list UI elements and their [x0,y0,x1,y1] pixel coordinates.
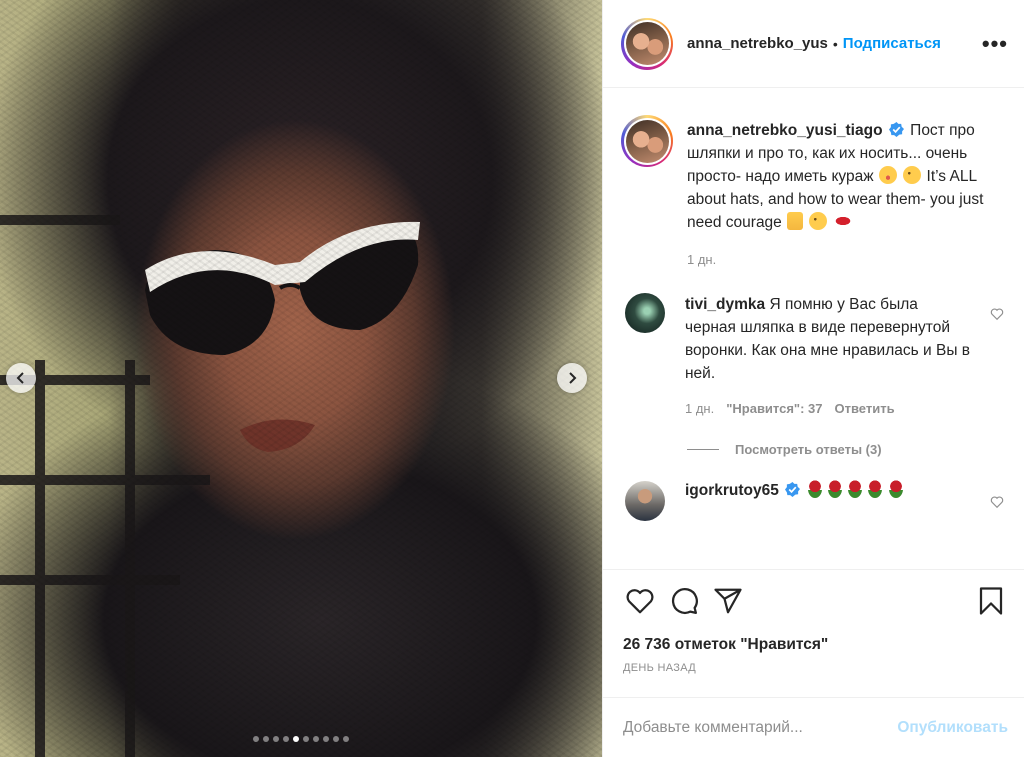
wink-emoji-icon [809,212,828,230]
comment-input[interactable] [623,718,898,737]
avatar-image [625,119,669,163]
caption-entry: anna_netrebko_yusi_tiago Пост про шляпки… [621,115,1006,271]
post-actions-section: 26 736 отметок "Нравится" День назад [603,569,1024,674]
rose-emoji-icon [868,480,883,498]
like-comment-heart-icon[interactable] [990,307,1004,321]
more-icon[interactable]: ••• [982,32,1008,55]
bookmark-icon [979,587,1003,615]
chevron-right-icon [569,372,577,384]
carousel-dot [323,736,329,742]
comment-time[interactable]: 1 дн. [685,397,714,420]
carousel-dot [263,736,269,742]
post-side-panel: anna_netrebko_yus • Подписаться ••• anna… [602,0,1024,757]
commenter-avatar[interactable] [625,481,665,521]
carousel-dot [283,736,289,742]
reply-button[interactable]: Ответить [835,397,895,420]
heart-icon [626,589,654,614]
carousel-dot [333,736,339,742]
rose-emoji-icon [827,480,842,498]
carousel-dot [273,736,279,742]
view-replies-label: Посмотреть ответы (3) [735,442,882,457]
comments-list[interactable]: anna_netrebko_yusi_tiago Пост про шляпки… [603,89,1024,569]
publish-button[interactable]: Опубликовать [897,719,1008,737]
verified-badge-icon [888,122,904,137]
post-header: anna_netrebko_yus • Подписаться ••• [603,0,1024,88]
carousel-indicator [0,736,602,742]
comment-item: tivi_dymka Я помню у Вас была черная шля… [621,293,1006,420]
replies-divider [687,449,719,450]
post-photo[interactable] [0,0,602,757]
caption-avatar[interactable] [621,115,673,167]
comment-item: igorkrutoy65 [621,480,1006,521]
header-separator: • [832,35,838,52]
commenter-username[interactable]: tivi_dymka [685,296,765,313]
share-button[interactable] [711,584,745,618]
commenter-username[interactable]: igorkrutoy65 [685,482,779,499]
rose-emoji-icon [848,480,863,498]
rose-emoji-icon [888,480,903,498]
carousel-dot [293,736,299,742]
comment-icon [672,588,698,614]
caption-username[interactable]: anna_netrebko_yusi_tiago [687,122,883,139]
likes-count[interactable]: 26 736 отметок "Нравится" [603,632,1024,658]
texture-overlay [0,0,602,757]
carousel-dot [303,736,309,742]
comment-button[interactable] [667,584,701,618]
avatar-image [625,22,669,65]
commenter-avatar[interactable] [625,293,665,333]
save-button[interactable] [974,584,1008,618]
post-date[interactable]: День назад [603,658,1024,674]
chevron-left-icon [16,372,24,384]
follow-button[interactable]: Подписаться [843,35,941,52]
next-photo-button[interactable] [557,363,587,393]
comment-likes-count[interactable]: "Нравится": 37 [726,397,822,420]
action-bar [603,570,1024,632]
view-replies-button[interactable]: Посмотреть ответы (3) [687,442,1006,457]
add-comment-form: Опубликовать [603,697,1024,757]
thumbs-up-emoji-icon [787,212,804,230]
share-icon [714,588,742,614]
author-avatar[interactable] [621,17,673,70]
carousel-dot [313,736,319,742]
rose-emoji-icon [807,480,822,498]
wink-emoji-icon [903,166,922,184]
author-username[interactable]: anna_netrebko_yus [687,35,828,52]
caption-time[interactable]: 1 дн. [687,248,716,271]
kiss-lips-emoji-icon [833,212,852,230]
verified-badge-icon [785,482,801,497]
carousel-dot [343,736,349,742]
previous-photo-button[interactable] [6,363,36,393]
carousel-dot [253,736,259,742]
like-button[interactable] [623,584,657,618]
heart-eyes-emoji-icon [878,166,897,184]
like-comment-heart-icon[interactable] [990,495,1004,509]
